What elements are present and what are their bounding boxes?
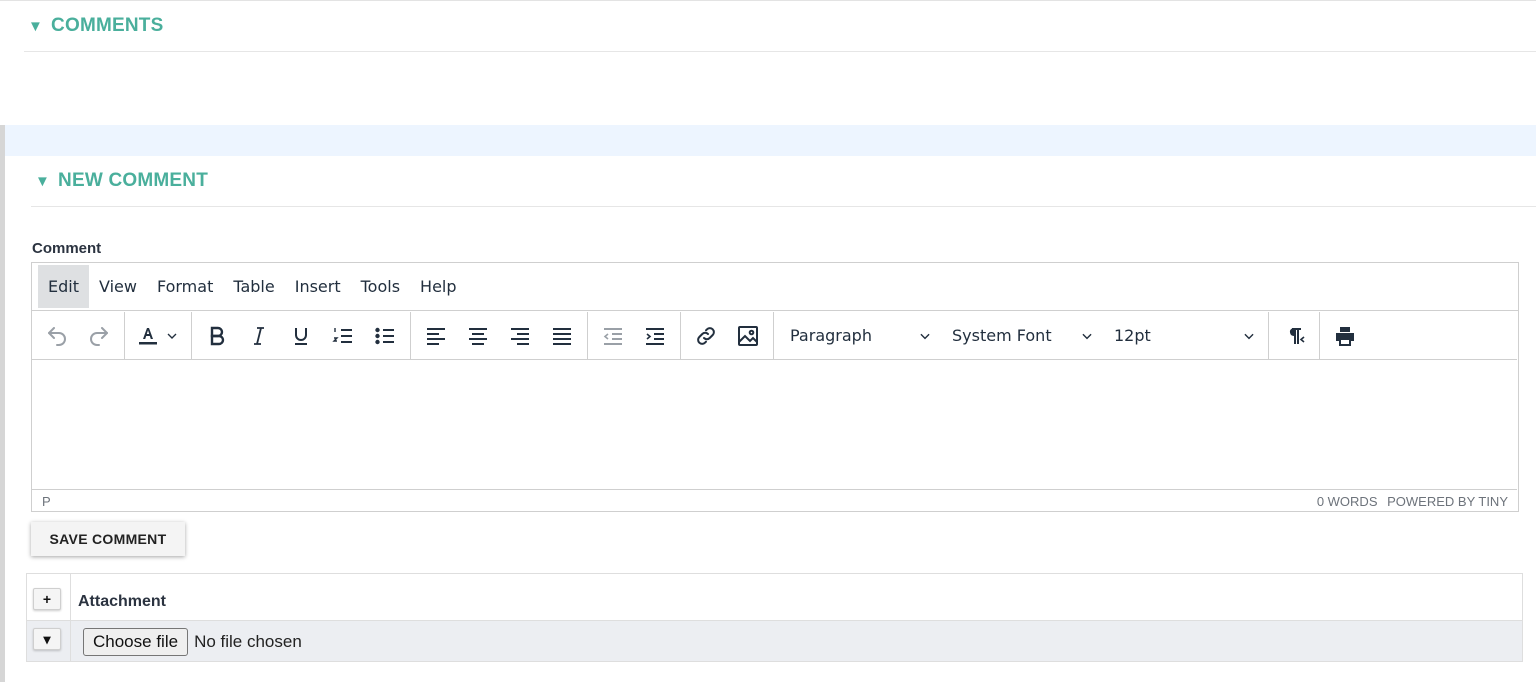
powered-by-link[interactable]: POWERED BY TINY xyxy=(1387,494,1508,509)
align-left-icon xyxy=(427,327,445,345)
outdent-icon xyxy=(603,327,622,345)
column-divider xyxy=(70,574,71,661)
print-button[interactable] xyxy=(1324,319,1366,353)
chevron-down-icon xyxy=(920,333,930,339)
image-button[interactable] xyxy=(727,319,769,353)
print-icon xyxy=(1336,326,1354,346)
editor-statusbar: P 0 WORDS POWERED BY TINY xyxy=(32,491,1518,511)
print-group xyxy=(1320,312,1370,360)
ltr-rtl-button[interactable] xyxy=(1273,319,1315,353)
attachment-column-header: Attachment xyxy=(78,593,167,610)
editor-menubar: Edit View Format Table Insert Tools Help xyxy=(32,263,1518,311)
top-divider xyxy=(0,0,1536,1)
bullet-list-button[interactable] xyxy=(364,319,406,353)
insert-group xyxy=(681,311,774,360)
new-comment-section-header[interactable]: ▼ NEW COMMENT xyxy=(35,170,208,192)
text-color-icon xyxy=(139,327,157,344)
choose-file-button[interactable]: Choose file xyxy=(83,628,189,656)
editor-content-area[interactable] xyxy=(32,361,1517,490)
align-center-button[interactable] xyxy=(457,319,499,353)
chevron-down-icon xyxy=(167,333,177,339)
link-button[interactable] xyxy=(685,319,727,353)
chevron-down-icon xyxy=(1082,333,1092,339)
color-group xyxy=(125,311,192,360)
italic-button[interactable] xyxy=(238,319,280,353)
bold-button[interactable] xyxy=(196,319,238,353)
bullet-list-icon xyxy=(375,327,394,344)
image-icon xyxy=(738,325,758,346)
indent-button[interactable] xyxy=(634,319,676,353)
numbered-list-icon xyxy=(332,327,352,343)
block-format-value: Paragraph xyxy=(790,326,872,345)
justify-button[interactable] xyxy=(541,319,583,353)
font-family-value: System Font xyxy=(952,326,1052,345)
outdent-button[interactable] xyxy=(592,319,634,353)
redo-button[interactable] xyxy=(78,319,120,353)
chevron-down-icon xyxy=(1244,333,1254,339)
menu-view[interactable]: View xyxy=(89,265,147,308)
link-icon xyxy=(697,326,715,345)
panel-left-border xyxy=(0,125,5,682)
menu-edit[interactable]: Edit xyxy=(38,265,89,308)
new-comment-section-title: NEW COMMENT xyxy=(58,170,209,191)
font-size-value: 12pt xyxy=(1114,326,1151,345)
format-group xyxy=(192,311,411,360)
menu-format[interactable]: Format xyxy=(147,265,223,308)
editor-toolbar: Paragraph System Font 12pt xyxy=(32,311,1517,360)
align-group xyxy=(411,311,588,360)
word-count[interactable]: 0 WORDS xyxy=(1317,494,1378,509)
section-band xyxy=(5,125,1536,156)
style-group: Paragraph System Font 12pt xyxy=(774,311,1269,360)
text-color-button[interactable] xyxy=(129,319,187,353)
attachment-row: ▾ Choose file No file chosen xyxy=(27,620,1522,661)
ltr-rtl-icon xyxy=(1289,327,1305,344)
attachments-header-row: + Attachment xyxy=(27,574,1522,620)
status-right: 0 WORDS POWERED BY TINY xyxy=(1311,494,1508,509)
italic-icon xyxy=(254,326,264,345)
direction-group xyxy=(1269,311,1320,360)
align-right-button[interactable] xyxy=(499,319,541,353)
file-status-text: No file chosen xyxy=(194,632,302,651)
align-center-icon xyxy=(469,327,487,345)
comments-section-header[interactable]: ▼ COMMENTS xyxy=(28,15,163,37)
history-group xyxy=(32,311,125,360)
underline-icon xyxy=(295,327,307,345)
collapse-arrow-icon: ▼ xyxy=(35,172,51,190)
attachments-table: + Attachment ▾ Choose file No file chose… xyxy=(26,573,1523,662)
menu-table[interactable]: Table xyxy=(223,265,284,308)
save-comment-button[interactable]: SAVE COMMENT xyxy=(31,522,185,556)
align-left-button[interactable] xyxy=(415,319,457,353)
bold-icon xyxy=(210,326,225,345)
add-attachment-button[interactable]: + xyxy=(33,588,61,610)
indent-group xyxy=(588,311,681,360)
indent-icon xyxy=(646,327,664,345)
new-comment-divider xyxy=(31,206,1536,207)
menu-tools[interactable]: Tools xyxy=(351,265,410,308)
comments-section-title: COMMENTS xyxy=(51,15,164,36)
align-right-icon xyxy=(511,327,529,345)
element-path[interactable]: P xyxy=(42,494,51,509)
comment-field-label: Comment xyxy=(32,240,102,257)
block-format-select[interactable]: Paragraph xyxy=(778,319,940,353)
font-family-select[interactable]: System Font xyxy=(940,319,1102,353)
underline-button[interactable] xyxy=(280,319,322,353)
menu-help[interactable]: Help xyxy=(410,265,466,308)
undo-button[interactable] xyxy=(36,319,78,353)
font-size-select[interactable]: 12pt xyxy=(1102,319,1264,353)
file-input: Choose file No file chosen xyxy=(83,628,302,656)
menu-insert[interactable]: Insert xyxy=(285,265,351,308)
numbered-list-button[interactable] xyxy=(322,319,364,353)
undo-icon xyxy=(48,326,66,346)
comments-divider xyxy=(24,51,1536,52)
redo-icon xyxy=(90,326,108,346)
rich-text-editor: Edit View Format Table Insert Tools Help xyxy=(31,262,1519,512)
justify-icon xyxy=(553,327,571,345)
collapse-arrow-icon: ▼ xyxy=(28,17,44,35)
row-menu-button[interactable]: ▾ xyxy=(33,628,61,650)
